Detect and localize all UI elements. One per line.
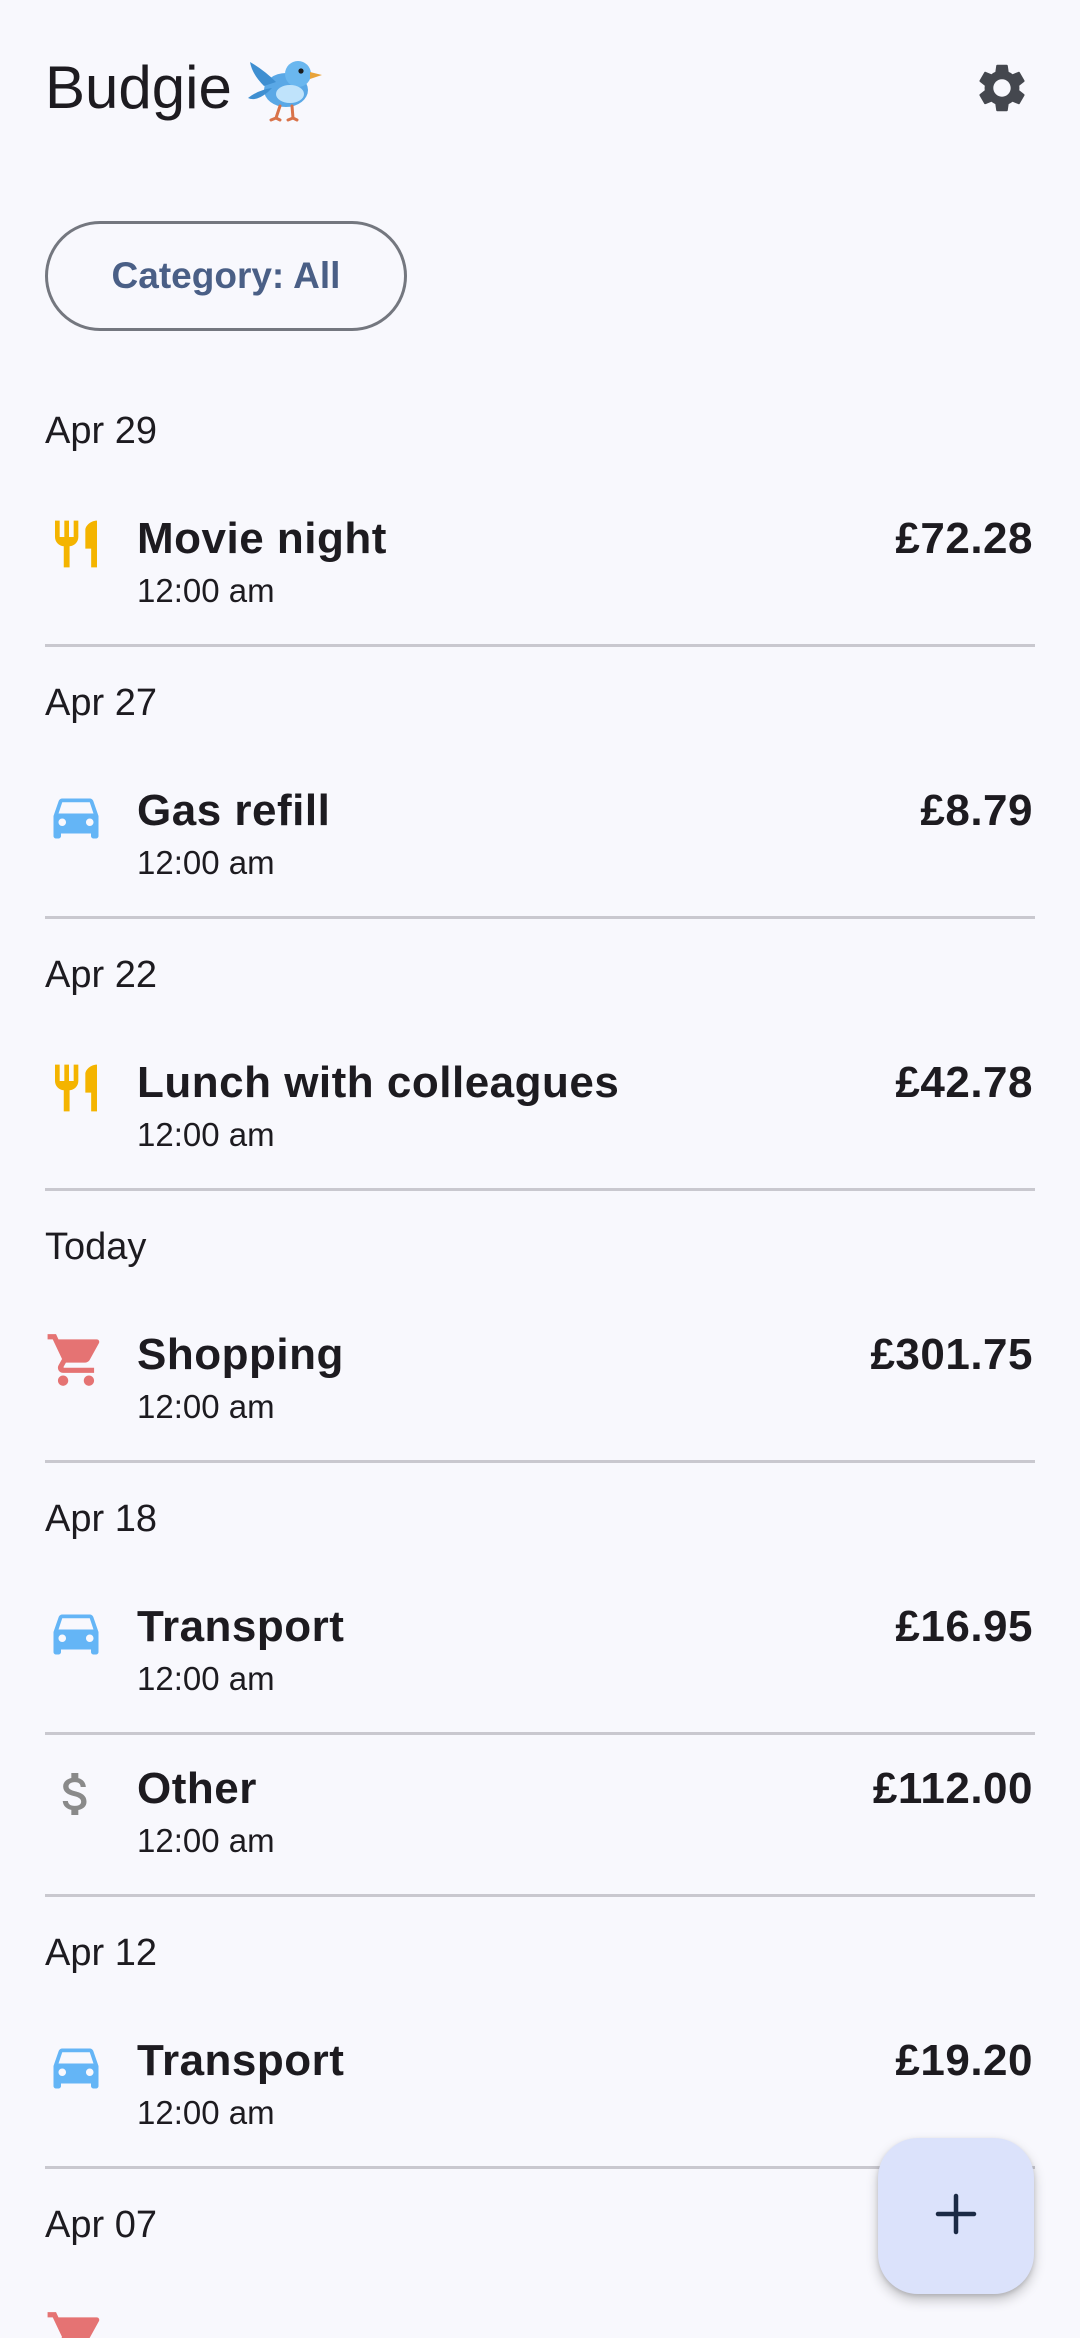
expense-title: Other	[137, 1764, 257, 1813]
expense-amount: £16.95	[895, 1602, 1033, 1651]
app-screen: Budgie Category: All Apr 29 Movie night …	[0, 0, 1080, 2338]
expense-time: 12:00 am	[137, 1116, 275, 1153]
top-app-bar: Budgie	[0, 0, 1080, 180]
expense-row[interactable]: Other 12:00 am £112.00	[45, 1735, 1035, 1897]
expense-amount: £112.00	[872, 1764, 1033, 1813]
expense-row[interactable]: Gas refill 12:00 am £8.79	[45, 757, 1035, 919]
expense-row[interactable]: Transport 12:00 am £19.20	[45, 2007, 1035, 2169]
date-header-apr-27: Apr 27	[45, 682, 157, 724]
expense-amount: £8.79	[920, 786, 1033, 835]
expense-row[interactable]: Lunch with colleagues 12:00 am £42.78	[45, 1029, 1035, 1191]
expense-row[interactable]: Shopping 12:00 am £301.75	[45, 1301, 1035, 1463]
gear-icon	[973, 59, 1031, 122]
plus-icon	[930, 2188, 982, 2245]
fork-knife-icon	[45, 1057, 107, 1119]
app-title: Budgie	[45, 52, 324, 124]
date-header-today: Today	[45, 1226, 147, 1268]
expense-title: Lunch with colleagues	[137, 1058, 620, 1107]
expense-amount: £301.75	[870, 1330, 1033, 1379]
car-icon	[45, 785, 107, 847]
expense-title: Shopping	[137, 1330, 344, 1379]
expense-row[interactable]	[45, 2279, 1035, 2338]
date-header-apr-29: Apr 29	[45, 410, 157, 452]
date-header-apr-12: Apr 12	[45, 1932, 157, 1974]
shopping-cart-icon	[45, 2307, 107, 2338]
shopping-cart-icon	[45, 1329, 107, 1391]
expense-title: Transport	[137, 2036, 345, 2085]
expense-amount: £72.28	[895, 514, 1033, 563]
date-header-apr-22: Apr 22	[45, 954, 157, 996]
settings-button[interactable]	[966, 54, 1038, 126]
dollar-icon	[45, 1763, 107, 1825]
expense-time: 12:00 am	[137, 1822, 275, 1859]
expense-amount: £19.20	[895, 2036, 1033, 2085]
expense-title: Gas refill	[137, 786, 331, 835]
expense-amount: £42.78	[895, 1058, 1033, 1107]
expense-time: 12:00 am	[137, 1660, 275, 1697]
app-title-text: Budgie	[45, 54, 232, 121]
car-icon	[45, 2035, 107, 2097]
add-expense-button[interactable]	[878, 2138, 1034, 2294]
bird-emoji-icon	[246, 52, 324, 124]
expense-row[interactable]: Transport 12:00 am £16.95	[45, 1573, 1035, 1735]
expense-time: 12:00 am	[137, 1388, 275, 1425]
fork-knife-icon	[45, 513, 107, 575]
car-icon	[45, 1601, 107, 1663]
date-header-apr-18: Apr 18	[45, 1498, 157, 1540]
category-filter-chip[interactable]: Category: All	[45, 221, 407, 331]
expense-time: 12:00 am	[137, 572, 275, 609]
expense-time: 12:00 am	[137, 2094, 275, 2131]
expense-row[interactable]: Movie night 12:00 am £72.28	[45, 485, 1035, 647]
expense-time: 12:00 am	[137, 844, 275, 881]
expense-title: Movie night	[137, 514, 387, 563]
expense-list: Apr 29 Movie night 12:00 am £72.28 Apr 27 Gas…	[45, 375, 1035, 2338]
category-filter-label: Category: All	[111, 255, 341, 296]
expense-title: Transport	[137, 1602, 345, 1651]
